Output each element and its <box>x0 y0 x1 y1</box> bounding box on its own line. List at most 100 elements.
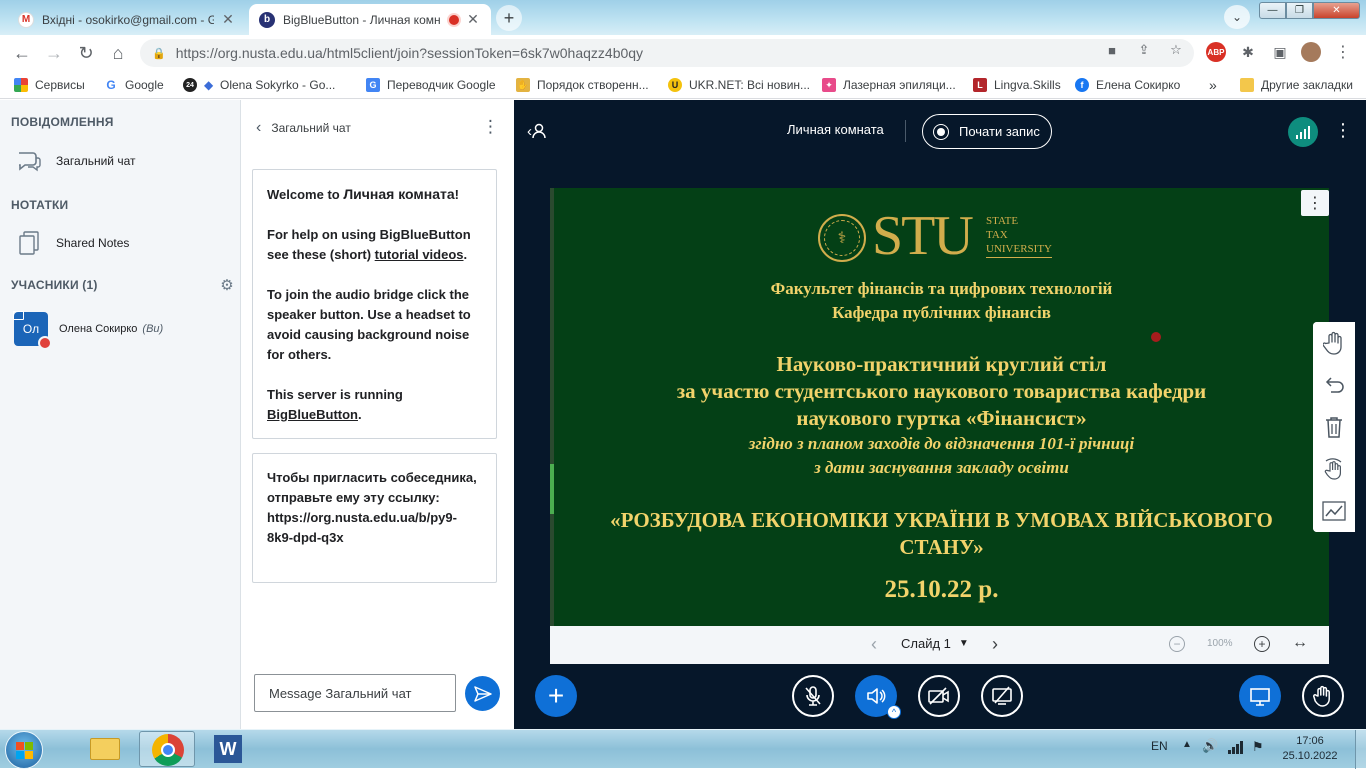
toggle-userlist-button[interactable]: ‹ <box>527 120 551 142</box>
folder-icon <box>1240 78 1254 92</box>
hand-icon <box>1323 331 1342 355</box>
zoom-in-button[interactable]: + <box>1254 636 1270 652</box>
tab-search-icon[interactable]: ⌄ <box>1224 5 1250 29</box>
record-icon <box>933 123 949 140</box>
video-off-icon <box>928 687 949 705</box>
bookmark-poryadok[interactable]: ✋ Порядок створенн... <box>516 76 649 94</box>
settings-gear-icon[interactable]: ⚙ <box>219 278 235 294</box>
messages-header: ПОВІДОМЛЕННЯ <box>11 115 114 129</box>
browser-menu-icon[interactable]: ⋮ <box>1333 42 1353 62</box>
share-screen-button[interactable] <box>981 675 1023 717</box>
home-button[interactable]: ⌂ <box>105 40 131 66</box>
chat-icon <box>14 148 44 174</box>
bigbluebutton-icon: b <box>259 11 275 28</box>
profile-avatar[interactable] <box>1301 42 1321 62</box>
other-bookmarks-folder[interactable]: Другие закладки <box>1240 76 1353 94</box>
bigbluebutton-link[interactable]: BigBlueButton <box>267 407 358 422</box>
chat-panel: ‹ Загальний чат ⋮ Welcome to Личная комн… <box>240 100 514 729</box>
hand-tool-button[interactable] <box>1313 322 1355 364</box>
mute-button[interactable] <box>792 675 834 717</box>
chat-back-button[interactable]: ‹ Загальний чат <box>256 119 351 137</box>
event-subtitle: згідно з планом заходів до відзначення 1… <box>748 434 1135 477</box>
bookmark-apps[interactable]: Сервисы <box>14 76 85 94</box>
next-slide-button[interactable]: › <box>992 635 998 653</box>
shared-notes-item[interactable]: Shared Notes <box>14 230 129 256</box>
bookmark-star-icon[interactable]: ☆ <box>1167 41 1185 59</box>
university-seal-icon: ⚕ <box>818 214 866 262</box>
send-icon <box>473 685 492 702</box>
address-bar[interactable]: 🔒 https://org.nusta.edu.ua/html5client/j… <box>140 39 1194 67</box>
fit-to-width-button[interactable]: ↔ <box>1292 634 1308 652</box>
back-button[interactable]: ← <box>9 40 35 66</box>
camera-icon[interactable]: ■ <box>1103 41 1121 59</box>
pen-tool-button[interactable] <box>1313 490 1355 532</box>
show-desktop-button[interactable] <box>1355 730 1366 769</box>
start-button[interactable] <box>5 731 43 769</box>
tutorial-videos-link[interactable]: tutorial videos <box>375 247 464 262</box>
options-menu-icon[interactable]: ⋮ <box>1334 120 1352 141</box>
minimize-button[interactable]: — <box>1259 2 1286 19</box>
close-window-button[interactable]: ✕ <box>1313 2 1360 19</box>
word-taskbar-button[interactable]: W <box>211 732 245 766</box>
tab-gmail[interactable]: M Вхідні - osokirko@gmail.com - G ✕ <box>8 4 246 35</box>
chevron-up-icon[interactable]: ^ <box>887 705 901 719</box>
maximize-button[interactable]: ❐ <box>1286 2 1313 19</box>
adblock-icon[interactable]: ABP <box>1206 42 1226 62</box>
bookmark-google[interactable]: G Google <box>104 76 164 94</box>
welcome-message: Welcome to Личная комната! For help on u… <box>252 169 497 439</box>
chat-message-input[interactable]: Message Загальний чат <box>254 674 456 712</box>
extensions-icon[interactable]: ✱ <box>1238 42 1258 62</box>
share-icon[interactable]: ⇪ <box>1135 41 1153 59</box>
send-message-button[interactable] <box>465 676 500 711</box>
bookmark-lingva[interactable]: L Lingva.Skills <box>973 76 1061 94</box>
slide-options-icon[interactable]: ⋮ <box>1301 190 1329 216</box>
notes-icon <box>14 230 44 256</box>
clear-annotations-button[interactable] <box>1313 406 1355 448</box>
share-webcam-button[interactable] <box>918 675 960 717</box>
header-divider <box>905 120 906 142</box>
slide-select[interactable]: Слайд 1 ▼ <box>901 636 969 651</box>
bookmark-facebook[interactable]: f Елена Сокирко <box>1075 76 1180 94</box>
network-icon[interactable] <box>1228 740 1243 754</box>
show-hidden-icons-icon[interactable]: ▲ <box>1182 739 1192 750</box>
multi-user-button[interactable] <box>1313 448 1355 490</box>
zoom-level: 100% <box>1207 638 1233 649</box>
audio-button[interactable]: ^ <box>855 675 901 719</box>
screen-share-off-icon <box>992 686 1012 705</box>
actions-button[interactable]: + <box>535 675 577 717</box>
presentation-toggle-button[interactable] <box>1239 675 1281 717</box>
bookmark-translate[interactable]: G Переводчик Google <box>366 76 496 94</box>
clock[interactable]: 17:06 25.10.2022 <box>1280 734 1340 764</box>
recording-indicator-icon <box>449 14 459 25</box>
forward-button[interactable]: → <box>41 40 67 66</box>
multi-user-pen-icon <box>1324 458 1342 480</box>
new-tab-button[interactable]: + <box>496 5 522 31</box>
explorer-taskbar-button[interactable] <box>84 732 126 766</box>
reload-button[interactable]: ↻ <box>73 40 99 66</box>
user-list-panel: ПОВІДОМЛЕННЯ Загальний чат НОТАТКИ Share… <box>0 100 240 729</box>
event-title: Науково-практичний круглий стіл за участ… <box>676 352 1207 430</box>
more-bookmarks-button[interactable]: » <box>1209 76 1217 94</box>
raise-hand-button[interactable] <box>1302 675 1344 717</box>
public-chat-item[interactable]: Загальний чат <box>14 148 136 174</box>
tab-title: BigBlueButton - Личная комн <box>283 12 441 27</box>
bookmark-ukrnet[interactable]: U UKR.NET: Всі новин... <box>668 76 810 94</box>
volume-icon[interactable]: 🔊 <box>1202 738 1218 754</box>
side-panel-icon[interactable]: ▣ <box>1270 42 1290 62</box>
record-button[interactable]: Почати запис <box>922 114 1052 149</box>
previous-slide-button[interactable]: ‹ <box>871 635 877 653</box>
user-icon <box>532 123 546 139</box>
input-language[interactable]: EN <box>1151 739 1168 753</box>
chat-options-icon[interactable]: ⋮ <box>482 117 499 137</box>
undo-button[interactable] <box>1313 364 1355 406</box>
connection-status-icon[interactable] <box>1288 117 1318 147</box>
user-item[interactable]: Ол Олена Сокирко (Ви) <box>13 311 163 350</box>
chrome-taskbar-button[interactable] <box>139 731 195 767</box>
action-center-flag-icon[interactable]: ⚑ <box>1252 739 1264 755</box>
close-tab-icon[interactable]: ✕ <box>220 11 236 28</box>
tab-bigbluebutton[interactable]: b BigBlueButton - Личная комн ✕ <box>249 4 491 35</box>
bookmark-olena[interactable]: 24 ◆ Olena Sokyrko - Go... <box>183 76 335 94</box>
zoom-out-button[interactable]: − <box>1169 636 1185 652</box>
close-tab-icon[interactable]: ✕ <box>465 11 481 28</box>
bookmark-laser[interactable]: ✦ Лазерная эпиляци... <box>822 76 956 94</box>
